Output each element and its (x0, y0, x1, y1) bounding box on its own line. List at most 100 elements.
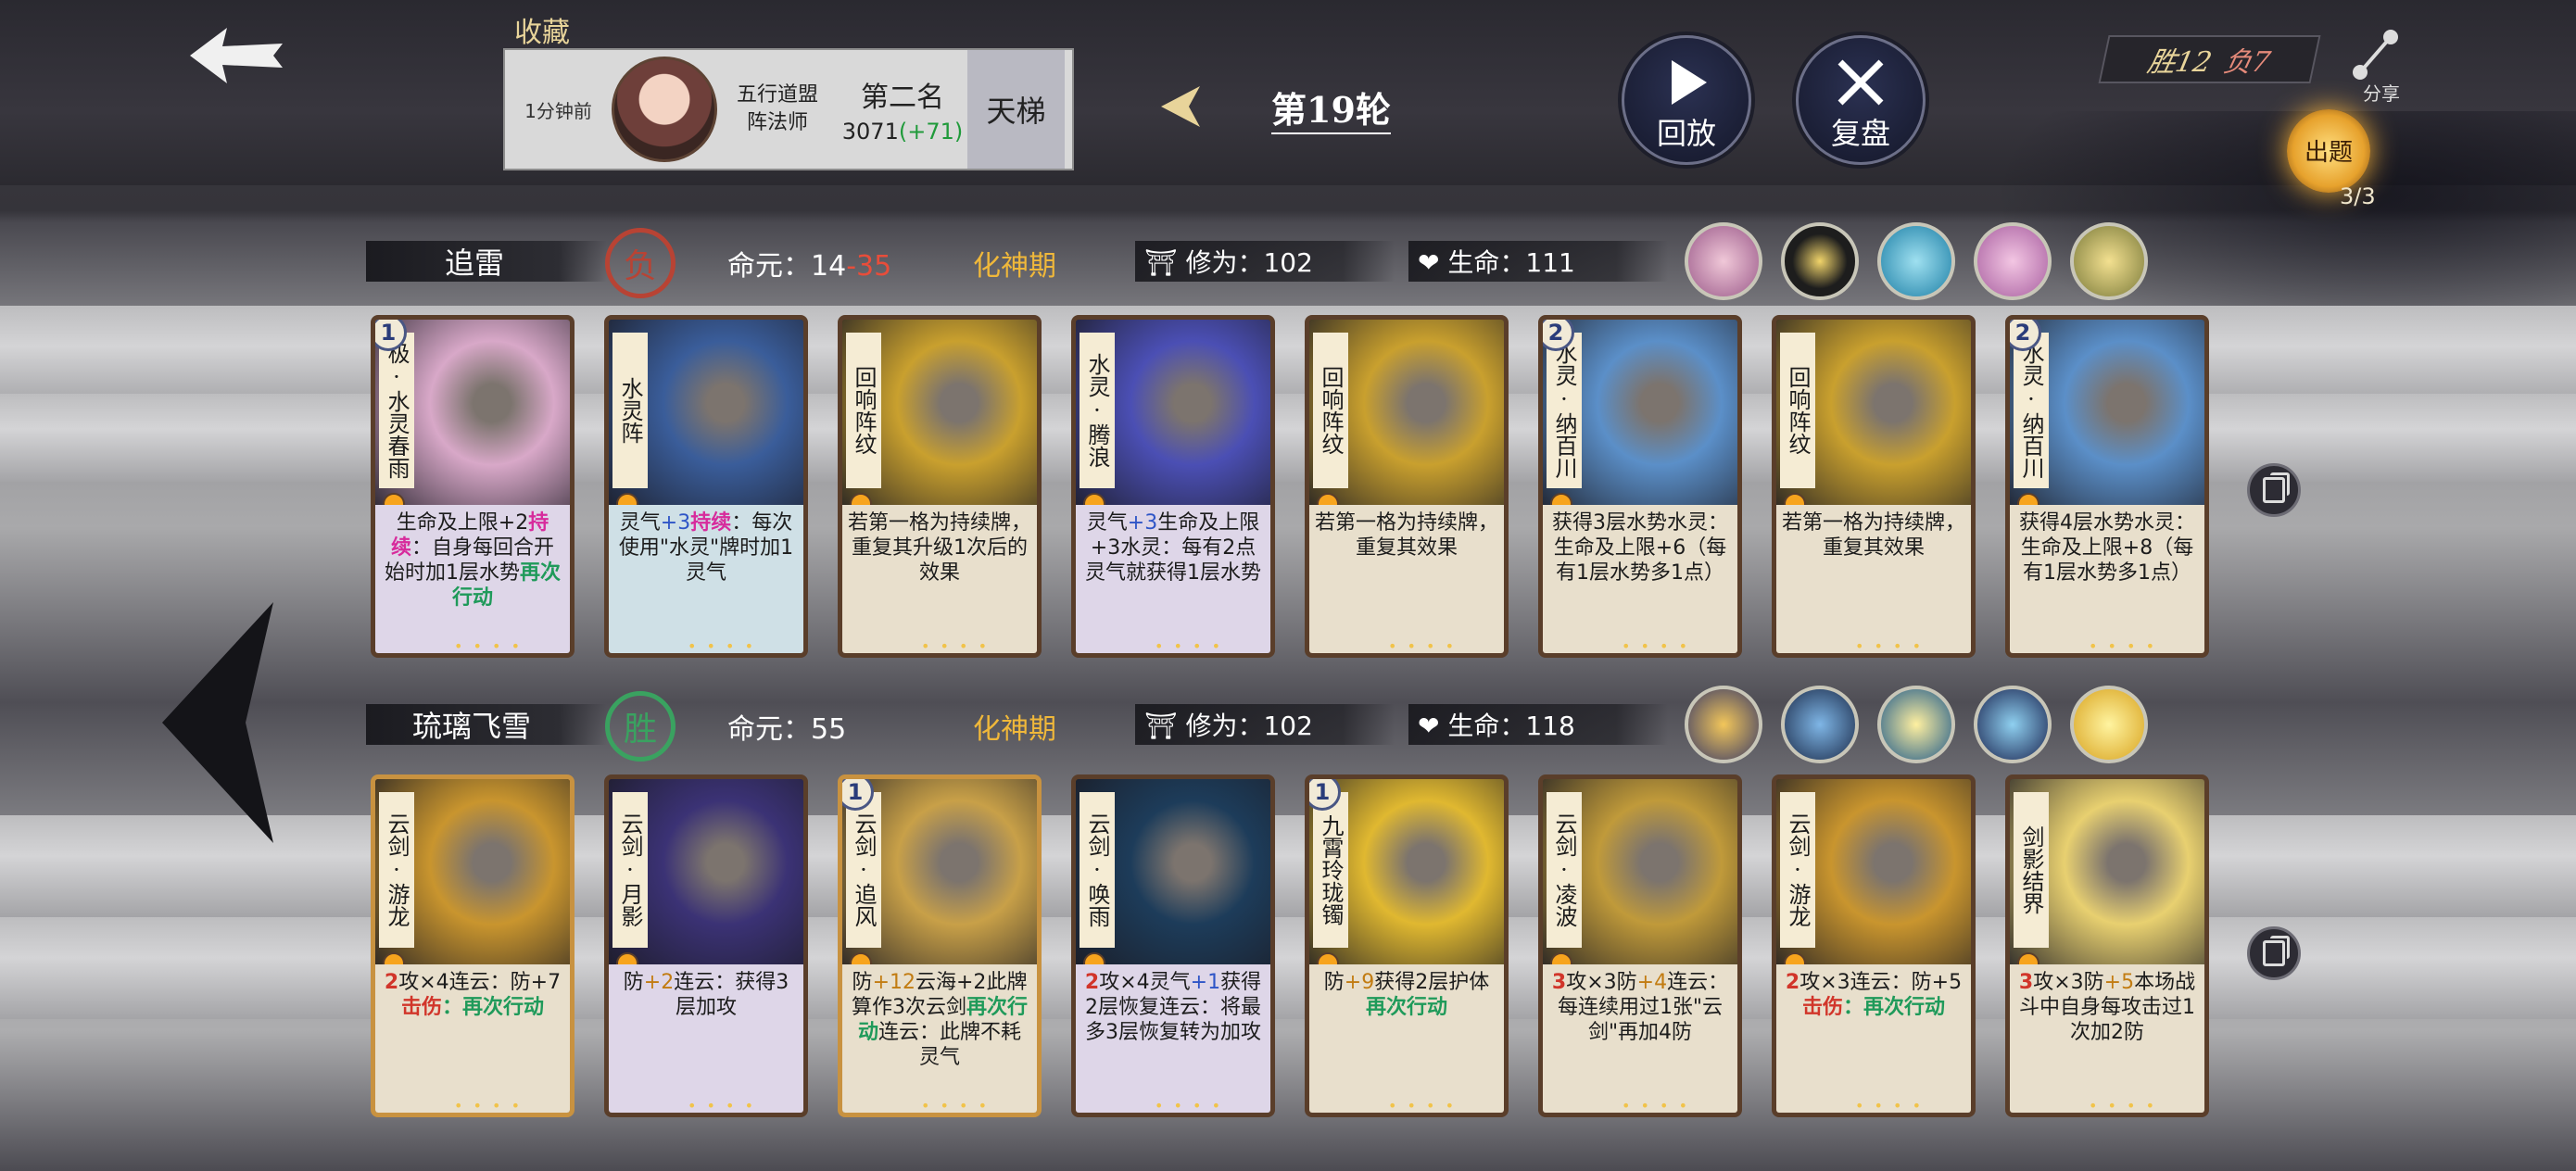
card-desc-segment: 获得4层水势 (2018, 511, 2134, 535)
crossed-swords-icon (1837, 59, 1884, 106)
card-rarity-dots: • • • • (1155, 1097, 1224, 1114)
back-button[interactable] (185, 23, 287, 88)
player-row-header-1: 追雷 负 命元：14-35 化神期 ⛩ 修为：102 ❤ 生命：111 (366, 228, 1668, 298)
artifact-pink-portrait-icon[interactable] (1685, 222, 1762, 300)
opponent-role: 阵法师 (746, 111, 808, 134)
artifact-golden-dragon-icon[interactable] (1685, 686, 1762, 763)
card[interactable]: 云剑·追风 1 防+12云海+2此牌算作3次云剑再次行动连云：此牌不耗灵气 • • •… (838, 774, 1042, 1117)
card-rarity-dots: • • • • (1855, 637, 1925, 655)
artifact-blue-sword-icon[interactable] (1781, 686, 1859, 763)
life-source-label: 命元： (727, 713, 811, 746)
card-desc-segment: 云海+2 (915, 971, 987, 994)
share-button[interactable]: 分享 (2349, 28, 2414, 105)
card-description: 防+12云海+2此牌算作3次云剑再次行动连云：此牌不耗灵气 (842, 964, 1037, 1113)
card-desc-segment: 3 (2018, 971, 2034, 994)
card-description: 2攻×3连云：防+5 击伤：再次行动 (1776, 964, 1971, 1113)
artifact-sun-disc-icon[interactable] (2070, 686, 2148, 763)
artifact-blue-blade-icon[interactable] (1974, 686, 2052, 763)
card-desc-segment: 再次行动 (1365, 996, 1447, 1019)
card-description: 获得3层水势水灵：生命及上限+6（每有1层水势多1点） (1543, 505, 1737, 653)
card-desc-segment: +9 (1344, 971, 1375, 994)
prev-page-button[interactable] (144, 593, 283, 852)
artifact-golden-shrine-icon[interactable] (2070, 222, 2148, 300)
card[interactable]: 云剑·凌波 3攻×3防+4连云：每连续用过1张"云剑"再加4防 • • • • (1538, 774, 1742, 1117)
card[interactable]: 回响阵纹 若第一格为持续牌，重复其效果 • • • • (1772, 315, 1976, 658)
card-name: 回响阵纹 (1313, 333, 1348, 488)
card-level-badge: 1 (842, 779, 874, 811)
replay-button[interactable]: 回放 (1622, 35, 1751, 165)
artifact-black-robe-figure-icon[interactable] (1781, 222, 1859, 300)
copy-icon (2263, 472, 2290, 503)
opponent-info: 五行道盟 阵法师 (717, 82, 838, 137)
artifact-golden-sun-icon[interactable] (1877, 686, 1955, 763)
stage-label: 化神期 (973, 250, 1056, 283)
prev-round-button[interactable] (1154, 79, 1209, 134)
card[interactable]: 云剑·唤雨 2攻×4灵气+1获得2层恢复连云：将最多3层恢复转为加攻 • • • • (1071, 774, 1275, 1117)
card-desc-segment: +3 (1127, 511, 1158, 535)
card[interactable]: 剑影结界 3攻×3防+5本场战斗中自身每攻击过1次加2防 • • • • (2005, 774, 2209, 1117)
hp-value: 生命：111 (1447, 247, 1575, 278)
card-name: 回响阵纹 (846, 333, 881, 488)
card-desc-segment: +3 (660, 511, 691, 535)
card-description: 灵气+3生命及上限+3水灵：每有2点灵气就获得1层水势 (1076, 505, 1270, 653)
card[interactable]: 云剑·游龙 2攻×3连云：防+5 击伤：再次行动 • • • • (1772, 774, 1976, 1117)
replay-label: 回放 (1656, 116, 1716, 151)
card-name: 云剑·追风 (846, 792, 881, 948)
card-name: 云剑·游龙 (379, 792, 414, 948)
card[interactable]: 九霄玲珑镯 1 防+9获得2层护体再次行动 • • • • (1305, 774, 1509, 1117)
cultivation: ⛩ 修为：102 (1144, 706, 1313, 743)
card[interactable]: 水灵·纳百川 2 获得3层水势水灵：生命及上限+6（每有1层水势多1点） • • • … (1538, 315, 1742, 658)
card-desc-segment: ：再次行动 (442, 996, 545, 1019)
card[interactable]: 水灵·纳百川 2 获得4层水势水灵：生命及上限+8（每有1层水势多1点） • • • … (2005, 315, 2209, 658)
card-desc-segment: 生命及上限+2 (396, 511, 529, 535)
artifact-pink-flower-icon[interactable] (1974, 222, 2052, 300)
card-desc-segment: 连云：防+5 (1850, 971, 1963, 994)
life-source-value: 55 (811, 713, 847, 746)
heart-icon: ❤ (1418, 247, 1440, 278)
card-rarity-dots: • • • • (1622, 1097, 1691, 1114)
opponent-panel[interactable]: 1分钟前 五行道盟 阵法师 第二名 3071(+71) 天梯 (503, 48, 1074, 170)
card[interactable]: 水灵阵 灵气+3持续：每次使用"水灵"牌时加1灵气 • • • • (604, 315, 808, 658)
artifact-water-swirl-icon[interactable] (1877, 222, 1955, 300)
card-description: 3攻×3防+5本场战斗中自身每攻击过1次加2防 (2010, 964, 2204, 1113)
score-value: 3071 (841, 119, 899, 145)
life-source: 命元：14-35 (727, 243, 891, 283)
player-name: 追雷 (366, 241, 607, 282)
card-description: 获得4层水势水灵：生命及上限+8（每有1层水势多1点） (2010, 505, 2204, 653)
card-description: 3攻×3防+4连云：每连续用过1张"云剑"再加4防 (1543, 964, 1737, 1113)
collect-button[interactable]: 收藏 (514, 9, 570, 50)
card-desc-segment: 防 (623, 971, 644, 994)
card-desc-segment: 连云：防+7 (448, 971, 562, 994)
card[interactable]: 水灵·腾浪 灵气+3生命及上限+3水灵：每有2点灵气就获得1层水势 • • • • (1071, 315, 1275, 658)
player-name: 琉璃飞雪 (366, 704, 607, 745)
card-desc-segment: +1 (1190, 971, 1221, 994)
card[interactable]: 回响阵纹 若第一格为持续牌，重复其升级1次后的效果 • • • • (838, 315, 1042, 658)
copy-icon (2263, 936, 2290, 966)
copy-deck-button-1[interactable] (2247, 463, 2301, 517)
card-name: 极·水灵春雨 (379, 333, 414, 488)
quiz-lantern-button[interactable]: 出题 (2287, 109, 2370, 193)
card-name: 水灵阵 (612, 333, 648, 488)
card[interactable]: 回响阵纹 若第一格为持续牌，重复其效果 • • • • (1305, 315, 1509, 658)
card[interactable]: 云剑·月影 防+2连云：获得3层加攻 • • • • (604, 774, 808, 1117)
card[interactable]: 云剑·游龙 2攻×4连云：防+7 击伤：再次行动 • • • • (371, 774, 575, 1117)
card-name: 云剑·唤雨 (1080, 792, 1115, 948)
quiz-label: 出题 (2304, 139, 2353, 167)
card-description: 灵气+3持续：每次使用"水灵"牌时加1灵气 (609, 505, 803, 653)
review-button[interactable]: 复盘 (1796, 35, 1926, 165)
card[interactable]: 极·水灵春雨 1 生命及上限+2持续：自身每回合开始时加1层水势再次行动 • • • … (371, 315, 575, 658)
card-description: 若第一格为持续牌，重复其升级1次后的效果 (842, 505, 1037, 653)
card-description: 2攻×4灵气+1获得2层恢复连云：将最多3层恢复转为加攻 (1076, 964, 1270, 1113)
card-desc-segment: 灵气 (1086, 511, 1128, 535)
chevron-left-icon (1161, 86, 1200, 127)
meditation-icon: ⛩ (1144, 711, 1178, 741)
opponent-avatar (612, 57, 717, 162)
card-desc-segment: 防 (1323, 971, 1345, 994)
cultivation: ⛩ 修为：102 (1144, 243, 1313, 280)
card-rarity-dots: • • • • (454, 637, 524, 655)
opponent-rank: 第二名 3071(+71) (838, 74, 967, 145)
card-name: 水灵·纳百川 (2014, 333, 2049, 488)
copy-deck-button-2[interactable] (2247, 926, 2301, 980)
wins-count: 胜12 (2144, 46, 2216, 79)
share-icon (2353, 30, 2398, 80)
